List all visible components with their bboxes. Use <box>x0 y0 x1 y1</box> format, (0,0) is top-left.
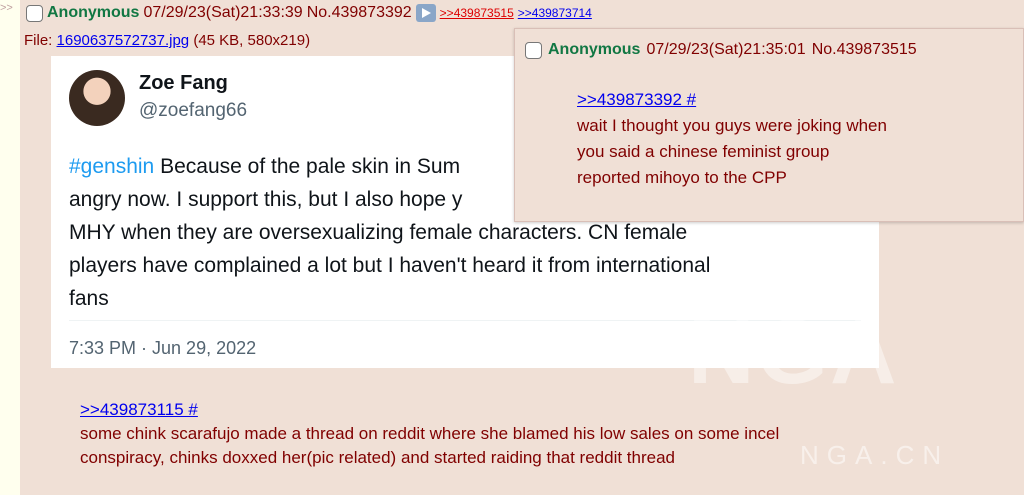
backlink-1[interactable]: >>439873714 <box>518 6 592 20</box>
reply-comment: >>439873392 # wait I thought you guys we… <box>577 87 887 191</box>
post-comment: >>439873115 # some chink scarafujo made … <box>80 398 779 470</box>
reply-preview-popup: Anonymous 07/29/23(Sat)21:35:01 No.43987… <box>514 28 1024 222</box>
backlink-0[interactable]: >>439873515 <box>440 6 514 20</box>
tweet-line: players have complained a lot but I have… <box>69 254 711 277</box>
reply-poster-name: Anonymous <box>548 41 641 58</box>
file-label: File: <box>24 32 53 49</box>
reply-checkbox[interactable] <box>525 41 542 59</box>
reply-number[interactable]: No.439873515 <box>812 41 917 59</box>
reply-quote-link[interactable]: >>439873392 # <box>577 90 696 109</box>
tweet-timestamp: 7:33 PM · Jun 29, 2022 <box>69 338 257 358</box>
reply-line: reported mihoyo to the CPP <box>577 168 787 187</box>
post-menu-button[interactable] <box>415 4 436 22</box>
reply-line: you said a chinese feminist group <box>577 142 830 161</box>
tweet-line: Because of the pale skin in Sum <box>154 155 461 178</box>
reply-header: Anonymous 07/29/23(Sat)21:35:01 No.43987… <box>525 41 917 59</box>
watermark-text: NGA.CN <box>800 440 950 470</box>
tweet-display-name: Zoe Fang <box>139 72 228 94</box>
file-info: File: 1690637572737.jpg (45 KB, 580x219) <box>24 32 310 49</box>
avatar <box>69 70 125 126</box>
comment-line: conspiracy, chinks doxxed her(pic relate… <box>80 448 676 467</box>
poster-name: Anonymous <box>47 4 140 21</box>
file-link[interactable]: 1690637572737.jpg <box>57 32 190 49</box>
file-meta: (45 KB, 580x219) <box>193 32 311 49</box>
post-number[interactable]: No.439873392 <box>307 4 412 22</box>
tweet-hashtag: #genshin <box>69 155 155 178</box>
comment-line: some chink scarafujo made a thread on re… <box>80 424 780 443</box>
play-triangle-icon <box>421 8 431 18</box>
post-header: Anonymous 07/29/23(Sat)21:33:39 No.43987… <box>26 4 592 22</box>
post-checkbox[interactable] <box>26 4 43 22</box>
reply-line: wait I thought you guys were joking when <box>577 116 887 135</box>
tweet-handle: @zoefang66 <box>139 100 248 121</box>
reply-datetime: 07/29/23(Sat)21:35:01 <box>646 41 806 58</box>
post-datetime: 07/29/23(Sat)21:33:39 <box>143 4 303 21</box>
watermark-logo: NGA <box>688 301 899 403</box>
quote-link[interactable]: >>439873115 # <box>80 400 198 419</box>
post-side-arrows: >> <box>0 2 13 14</box>
